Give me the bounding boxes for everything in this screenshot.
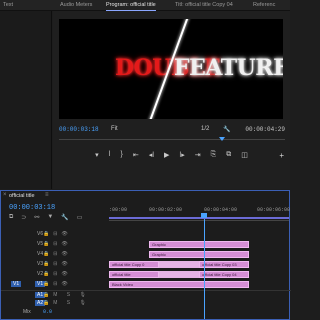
clip-title[interactable]: official title Copy 03: [199, 261, 249, 268]
zoom-select[interactable]: Fit: [111, 126, 118, 132]
monitor-scrubber[interactable]: [59, 137, 285, 145]
go-to-out-icon[interactable]: ⇥: [195, 151, 201, 165]
transport-controls: ▾ ǀ } ⇤ ◂ǀ ▶ ǀ▸ ⇥ ⎘ ⧉ ◫: [53, 151, 290, 165]
step-back-icon[interactable]: ◂ǀ: [149, 151, 154, 165]
track-v3: V3 🔒⊟👁: [1, 261, 109, 269]
tab-audio-meters[interactable]: Audio Meters: [60, 2, 92, 8]
timeline-timecode[interactable]: 00:00:03:18: [9, 204, 55, 212]
work-area-bar[interactable]: [109, 217, 289, 219]
track-v1: V1 V1 🔒⊟👁: [1, 281, 109, 289]
track-v2: V2 🔒⊟👁: [1, 271, 109, 279]
playhead-line[interactable]: [204, 219, 205, 319]
tab-text[interactable]: Text: [3, 2, 13, 8]
step-forward-icon[interactable]: ǀ▸: [179, 151, 184, 165]
close-icon[interactable]: ×: [3, 192, 7, 198]
track-toggle-icons[interactable]: 🔒⊟👁: [43, 241, 72, 247]
ruler-tick: 00:00:06:00: [257, 207, 291, 213]
timeline-tools: ⧉ ⊃ ⚯ ▼ 🔧 ▭: [9, 214, 82, 221]
track-a2: A2 🔒M S 🎙: [1, 300, 109, 308]
clip-thumbnail: [159, 271, 199, 278]
clip-black-video[interactable]: Black Video: [109, 281, 249, 288]
ruler-tick: :00:00: [109, 207, 128, 213]
insert-icon[interactable]: ⎘: [211, 151, 217, 165]
title-text-right: FEATURE: [174, 55, 283, 81]
resolution-select[interactable]: 1/2: [201, 126, 209, 132]
playhead-marker[interactable]: [219, 137, 225, 141]
program-timecode[interactable]: 00:00:03:18: [59, 126, 99, 133]
wrench-icon[interactable]: 🔧: [223, 126, 230, 133]
mix-label: Mix: [23, 309, 31, 315]
text-panel: [0, 11, 52, 189]
captions-icon[interactable]: ▭: [77, 214, 83, 221]
track-toggle-icons[interactable]: 🔒⊟👁: [43, 251, 72, 257]
settings-wrench-icon[interactable]: 🔧: [61, 214, 68, 221]
overwrite-icon[interactable]: ⧉: [226, 151, 231, 165]
track-v5: V5 🔒⊟👁: [1, 241, 109, 249]
clip-title[interactable]: official title Copy 04: [199, 271, 249, 278]
linked-selection-icon[interactable]: ⚯: [34, 214, 39, 221]
track-toggle-icons[interactable]: 🔒⊟👁: [43, 261, 72, 267]
track-v4: V4 🔒⊟👁: [1, 251, 109, 259]
track-toggle-icons[interactable]: 🔒M S 🎙: [43, 292, 90, 298]
mix-value[interactable]: 0.0: [43, 309, 52, 315]
menu-icon[interactable]: ≡: [45, 192, 49, 198]
ruler-tick: 00:00:02:00: [149, 207, 183, 213]
clip-thumbnail: [159, 261, 199, 268]
timeline-playhead[interactable]: [201, 213, 207, 218]
track-toggle-icons[interactable]: 🔒⊟👁: [43, 231, 72, 237]
clip-title[interactable]: official title: [109, 271, 159, 278]
nest-icon[interactable]: ⧉: [9, 214, 13, 221]
source-patch-v1[interactable]: V1: [11, 281, 22, 287]
tab-reference[interactable]: Referenc: [253, 2, 275, 8]
track-a1: A1 🔒M S 🎙: [1, 292, 109, 300]
play-icon[interactable]: ▶: [164, 151, 169, 165]
tab-title[interactable]: Titl: official title Copy 04: [175, 2, 233, 8]
mark-in-icon[interactable]: ▾: [95, 151, 99, 165]
panel-tab-bar: Text Audio Meters Program: official titl…: [0, 0, 290, 11]
camera-icon[interactable]: ◫: [241, 151, 248, 165]
track-toggle-icons[interactable]: 🔒⊟👁: [43, 281, 72, 287]
add-button-icon[interactable]: +: [279, 151, 284, 160]
tab-program-monitor[interactable]: Program: official title: [106, 2, 156, 11]
snap-icon[interactable]: ⊃: [21, 214, 26, 221]
program-monitor: DOUBLE FEATURE 00:00:03:18 Fit 1/2 🔧 00:…: [53, 11, 290, 189]
timeline-panel: × official title ≡ 00:00:03:18 ⧉ ⊃ ⚯ ▼ 🔧…: [0, 190, 291, 320]
track-toggle-icons[interactable]: 🔒⊟👁: [43, 271, 72, 277]
track-divider[interactable]: [1, 290, 291, 291]
program-duration: 00:00:04:29: [245, 126, 285, 133]
clip-graphic[interactable]: Graphic: [149, 251, 249, 258]
time-ruler[interactable]: :00:00 00:00:02:00 00:00:04:00 00:00:06:…: [109, 205, 291, 221]
go-to-in-icon[interactable]: ⇤: [133, 151, 139, 165]
mark-clip-icon[interactable]: }: [120, 151, 122, 165]
marker-icon[interactable]: ▼: [47, 214, 53, 221]
sequence-tab[interactable]: official title: [9, 193, 35, 199]
mark-out-icon[interactable]: ǀ: [109, 151, 111, 165]
track-toggle-icons[interactable]: 🔒M S 🎙: [43, 300, 90, 306]
track-v6: V6 🔒⊟👁: [1, 231, 109, 239]
clip-title[interactable]: official title Copy 0: [109, 261, 159, 268]
clip-graphic[interactable]: Graphic: [149, 241, 249, 248]
monitor-info-row: 00:00:03:18 Fit 1/2 🔧 00:00:04:29: [59, 126, 285, 136]
program-viewer[interactable]: DOUBLE FEATURE: [59, 19, 283, 119]
ruler-tick: 00:00:04:00: [204, 207, 238, 213]
